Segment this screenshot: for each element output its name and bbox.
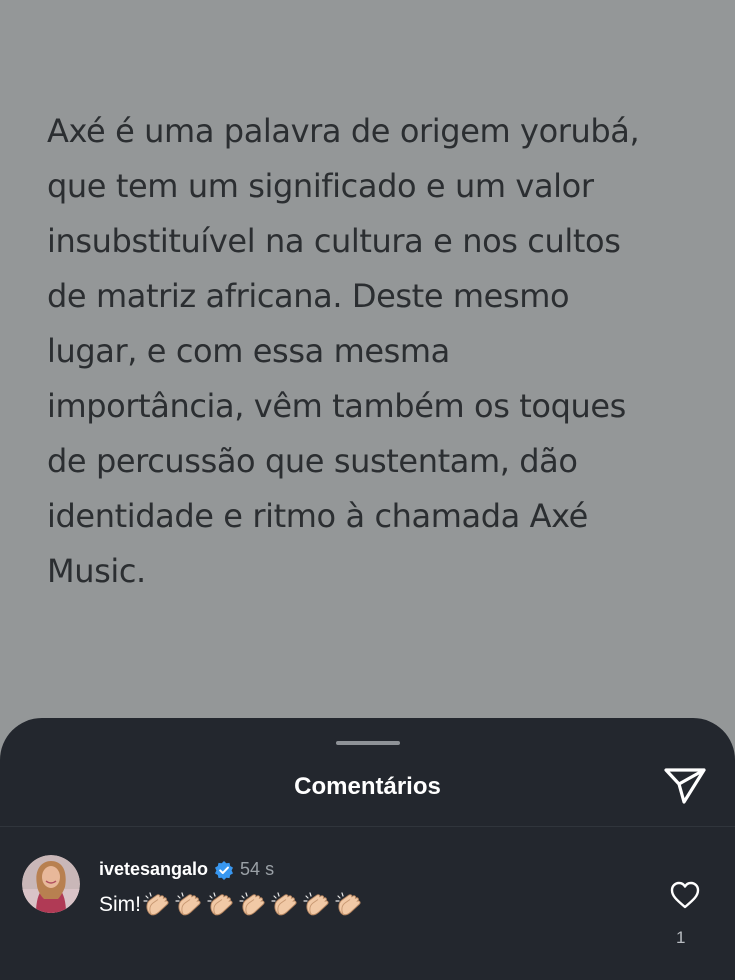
heart-outline-icon[interactable] <box>669 880 701 910</box>
verified-badge-icon <box>215 860 234 880</box>
clapping-hands-icon <box>271 892 297 916</box>
comment-body: Sim! <box>99 891 367 919</box>
post-line-2: que tem um significado e um valor <box>47 167 594 205</box>
clapping-hands-icon <box>335 892 361 916</box>
clapping-hands-icon <box>175 892 201 916</box>
clapping-hands-icon <box>207 892 233 916</box>
post-line-8: identidade e ritmo à chamada Axé <box>47 497 588 535</box>
comment-username[interactable]: ivetesangalo <box>99 859 208 880</box>
post-line-1: Axé é uma palavra de origem yorubá, <box>47 112 640 150</box>
avatar[interactable] <box>22 855 80 913</box>
post-line-3: insubstituível na cultura e nos cultos <box>47 222 621 260</box>
post-line-5: lugar, e com essa mesma <box>47 332 450 370</box>
post-line-9: Music. <box>47 552 146 590</box>
clapping-hands-icon <box>143 892 169 916</box>
emoji-row <box>143 891 367 919</box>
comment-header: ivetesangalo 54 s <box>99 859 274 880</box>
sheet-drag-handle[interactable] <box>336 741 400 745</box>
post-line-6: importância, vêm também os toques <box>47 387 626 425</box>
comment-timestamp: 54 s <box>240 859 275 879</box>
clapping-hands-icon <box>303 892 329 916</box>
comments-sheet: Comentários ivetesangalo 54 s Sim! 1 <box>0 718 735 980</box>
post-line-4: de matriz africana. Deste mesmo <box>47 277 570 315</box>
post-line-7: de percussão que sustentam, dão <box>47 442 578 480</box>
comment-text: Sim! <box>99 893 141 916</box>
avatar-image <box>22 855 80 913</box>
send-icon[interactable] <box>662 766 708 806</box>
clapping-hands-icon <box>239 892 265 916</box>
like-count: 1 <box>676 928 686 947</box>
comments-title: Comentários <box>294 773 441 800</box>
post-text: Axé é uma palavra de origem yorubá, que … <box>47 104 697 599</box>
sheet-divider <box>0 826 735 827</box>
